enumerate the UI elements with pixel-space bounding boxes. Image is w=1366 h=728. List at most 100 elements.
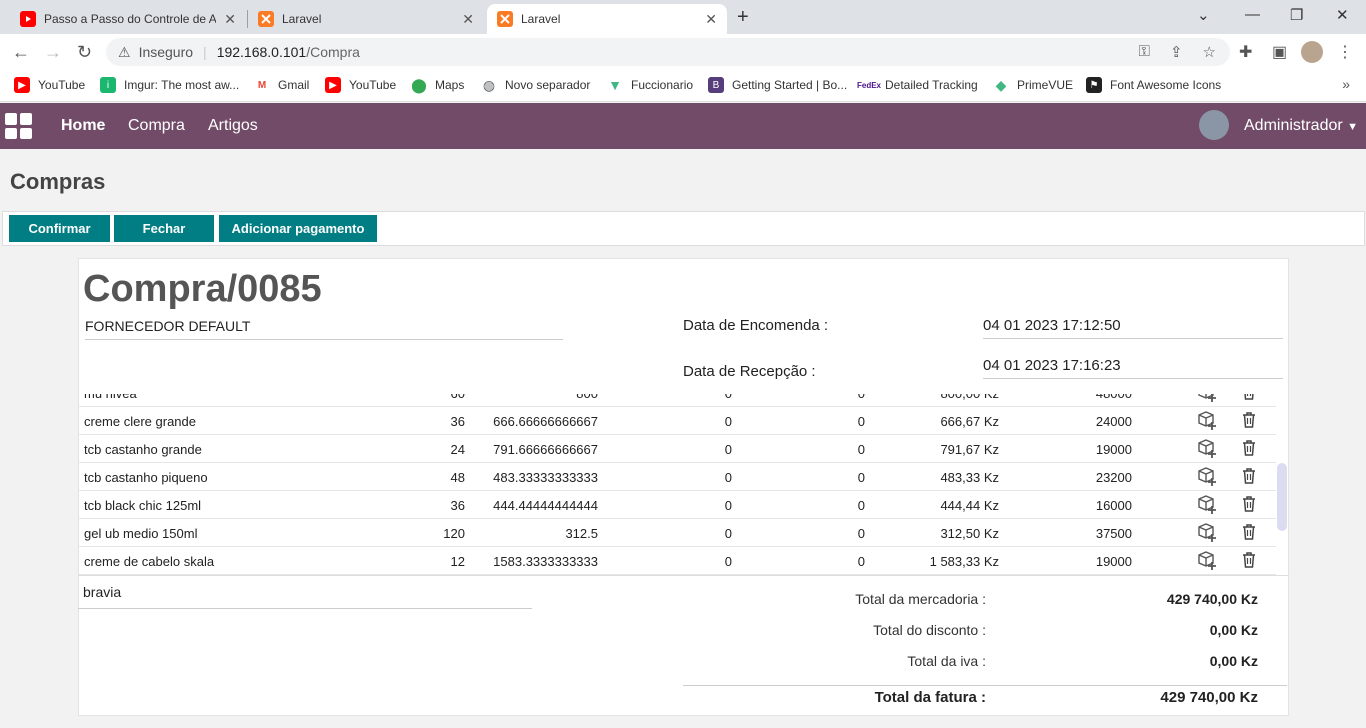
- close-order-button[interactable]: Fechar: [114, 215, 214, 242]
- column-value-cell: 0: [678, 394, 732, 401]
- star-icon[interactable]: ☆: [1203, 43, 1216, 61]
- warning-icon[interactable]: ⚠: [118, 44, 131, 61]
- trash-icon[interactable]: [1242, 440, 1256, 456]
- bookmark-font-awesome[interactable]: ⚑ Font Awesome Icons: [1086, 77, 1221, 93]
- line-total-cell: 16000: [1095, 498, 1132, 513]
- add-payment-button[interactable]: Adicionar pagamento: [219, 215, 377, 242]
- quantity-cell: 12: [450, 554, 465, 569]
- invoice-total-value: 429 740,00 Kz: [1160, 689, 1258, 706]
- bookmark-gmail[interactable]: M Gmail: [254, 77, 309, 93]
- add-to-stock-icon[interactable]: [1196, 549, 1218, 571]
- bookmark-label: Detailed Tracking: [885, 78, 978, 92]
- order-date-field[interactable]: 04 01 2023 17:12:50: [983, 317, 1283, 339]
- table-row[interactable]: tcb castanho grande 24 791.66666666667 0 0 79…: [78, 435, 1276, 463]
- product-name-cell: tcb castanho grande: [84, 442, 202, 457]
- trash-icon[interactable]: [1242, 468, 1256, 484]
- nav-artigos[interactable]: Artigos: [208, 117, 258, 135]
- add-to-stock-icon[interactable]: [1196, 521, 1218, 543]
- add-to-stock-icon[interactable]: [1196, 394, 1218, 403]
- sidebar-icon[interactable]: ▣: [1272, 42, 1287, 62]
- add-to-stock-icon[interactable]: [1196, 409, 1218, 431]
- table-row[interactable]: mu nivea 60 800 0 0 800,00 Kz 48000: [78, 394, 1276, 407]
- bookmark-maps[interactable]: ⬤ Maps: [411, 77, 464, 93]
- new-tab-icon[interactable]: +: [737, 6, 749, 29]
- add-to-stock-icon[interactable]: [1196, 465, 1218, 487]
- quantity-cell: 24: [450, 442, 465, 457]
- youtube-icon: ▶: [325, 77, 341, 93]
- fedex-icon: FedEx: [857, 77, 881, 93]
- quantity-cell: 36: [450, 498, 465, 513]
- trash-icon[interactable]: [1242, 524, 1256, 540]
- column-value-cell: 0: [857, 498, 865, 513]
- browser-tab-2[interactable]: Laravel ✕: [248, 4, 484, 34]
- profile-avatar[interactable]: [1301, 41, 1323, 63]
- product-name-cell: tcb castanho piqueno: [84, 470, 208, 485]
- reload-icon[interactable]: ↻: [77, 42, 92, 63]
- bookmark-youtube-2[interactable]: ▶ YouTube: [325, 77, 396, 93]
- column-value-cell: 0: [857, 442, 865, 457]
- receipt-date-field[interactable]: 04 01 2023 17:16:23: [983, 357, 1283, 379]
- bookmark-new-tab[interactable]: ◍ Novo separador: [481, 77, 590, 93]
- vat-total-value: 0,00 Kz: [1209, 653, 1258, 669]
- bookmark-label: Novo separador: [505, 78, 591, 92]
- table-row[interactable]: gel ub medio 150ml 120 312.5 0 0 312,50 Kz 375…: [78, 519, 1276, 547]
- minimize-icon[interactable]: —: [1245, 6, 1260, 23]
- column-value-cell: 0: [724, 442, 732, 457]
- chevron-down-icon[interactable]: ⌄: [1197, 6, 1210, 24]
- trash-icon[interactable]: [1242, 412, 1256, 428]
- browser-tab-3[interactable]: Laravel ✕: [487, 4, 727, 34]
- bookmark-fedex[interactable]: FedEx Detailed Tracking: [857, 77, 978, 93]
- supplier-field[interactable]: FORNECEDOR DEFAULT: [85, 318, 563, 340]
- browser-tab-1[interactable]: Passo a Passo do Controle de Ac ✕: [10, 4, 246, 34]
- close-icon[interactable]: ✕: [462, 11, 474, 28]
- close-icon[interactable]: ✕: [224, 11, 236, 28]
- close-icon[interactable]: ✕: [705, 11, 717, 28]
- table-scrollbar[interactable]: [1277, 463, 1287, 531]
- trash-icon[interactable]: [1242, 394, 1256, 400]
- table-row[interactable]: creme de cabelo skala 12 1583.3333333333 0 0…: [78, 547, 1276, 575]
- subtotal-cell: 483,33 Kz: [940, 470, 999, 485]
- quantity-cell: 60: [378, 394, 465, 401]
- add-to-stock-icon[interactable]: [1196, 437, 1218, 459]
- unit-price-cell: 791.66666666667: [493, 442, 598, 457]
- forward-icon[interactable]: →: [44, 42, 62, 63]
- restore-icon[interactable]: ❐: [1290, 6, 1303, 24]
- key-icon[interactable]: ⚿: [1139, 43, 1150, 61]
- table-row[interactable]: tcb black chic 125ml 36 444.44444444444 0 0 4…: [78, 491, 1276, 519]
- table-row[interactable]: creme clere grande 36 666.66666666667 0 0 666…: [78, 407, 1276, 435]
- nav-compra[interactable]: Compra: [128, 117, 185, 135]
- caret-down-icon: ▼: [1347, 121, 1359, 133]
- trash-icon[interactable]: [1242, 552, 1256, 568]
- bookmark-youtube[interactable]: ▶ YouTube: [14, 77, 85, 93]
- apps-menu-icon[interactable]: [5, 113, 33, 139]
- trash-icon[interactable]: [1242, 496, 1256, 512]
- back-icon[interactable]: ←: [12, 42, 30, 63]
- bookmark-bootstrap-vue[interactable]: B Getting Started | Bo...: [708, 77, 847, 93]
- add-to-stock-icon[interactable]: [1196, 493, 1218, 515]
- vat-total-label: Total da iva :: [907, 653, 986, 669]
- subtotal-cell: 666,67 Kz: [940, 414, 999, 429]
- bookmark-primevue[interactable]: ◆ PrimeVUE: [993, 77, 1073, 93]
- notes-field[interactable]: bravia: [78, 584, 532, 609]
- browser-tab-bar: Passo a Passo do Controle de Ac ✕ Larave…: [0, 0, 1366, 34]
- security-status[interactable]: Inseguro: [139, 44, 193, 60]
- table-row[interactable]: tcb castanho piqueno 48 483.33333333333 0 0 4…: [78, 463, 1276, 491]
- share-icon[interactable]: ⇪: [1170, 43, 1183, 61]
- bookmark-imgur[interactable]: i Imgur: The most aw...: [100, 77, 239, 93]
- url-input[interactable]: ⚠ Inseguro | 192.168.0.101 /Compra ⚿ ⇪ ☆: [106, 38, 1230, 66]
- bookmarks-bar: ▶ YouTube i Imgur: The most aw... M Gmail ▶…: [0, 70, 1366, 102]
- column-value-cell: 0: [724, 554, 732, 569]
- more-bookmarks-icon[interactable]: »: [1342, 76, 1350, 92]
- nav-home[interactable]: Home: [61, 117, 105, 135]
- globe-icon: ◍: [481, 76, 497, 93]
- user-menu[interactable]: Administrador ▼: [1244, 117, 1358, 135]
- window-close-icon[interactable]: ✕: [1336, 6, 1349, 24]
- menu-icon[interactable]: ⋮: [1337, 42, 1353, 62]
- vue-icon: ▼: [607, 77, 623, 93]
- avatar[interactable]: [1199, 110, 1229, 140]
- product-name-cell: creme clere grande: [84, 414, 196, 429]
- confirm-button[interactable]: Confirmar: [9, 215, 110, 242]
- youtube-icon: [20, 11, 36, 27]
- extensions-icon[interactable]: ✚: [1239, 42, 1252, 62]
- bookmark-fuccionario[interactable]: ▼ Fuccionario: [607, 77, 693, 93]
